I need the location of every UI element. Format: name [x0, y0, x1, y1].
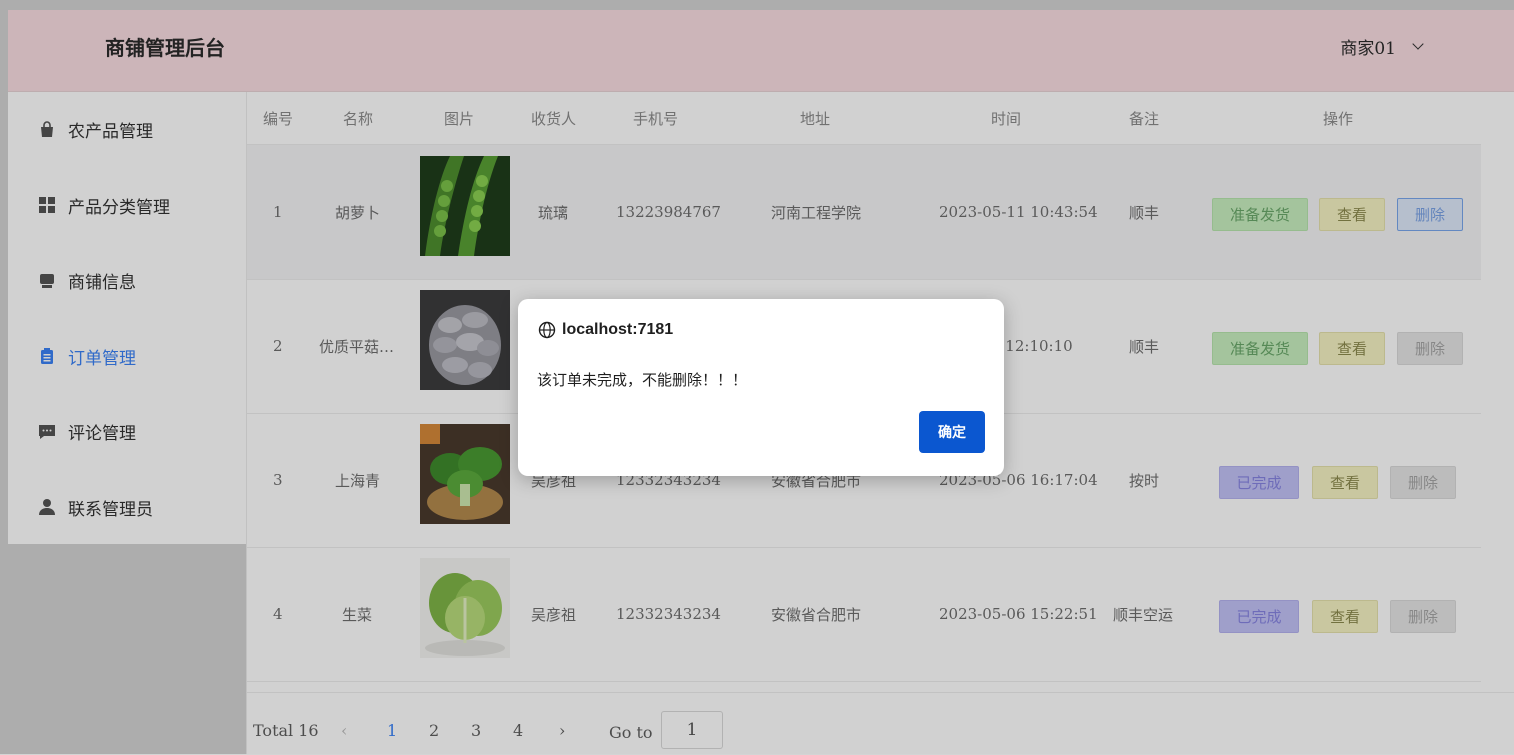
dialog-title: localhost:7181 [562, 321, 674, 338]
dialog-message: 该订单未完成，不能删除！！！ [537, 371, 748, 389]
ok-button[interactable]: 确定 [919, 411, 985, 453]
alert-dialog: localhost:7181 该订单未完成，不能删除！！！ 确定 [518, 299, 1004, 476]
globe-icon [538, 321, 556, 339]
dialog-title-row: localhost:7181 [538, 321, 673, 339]
